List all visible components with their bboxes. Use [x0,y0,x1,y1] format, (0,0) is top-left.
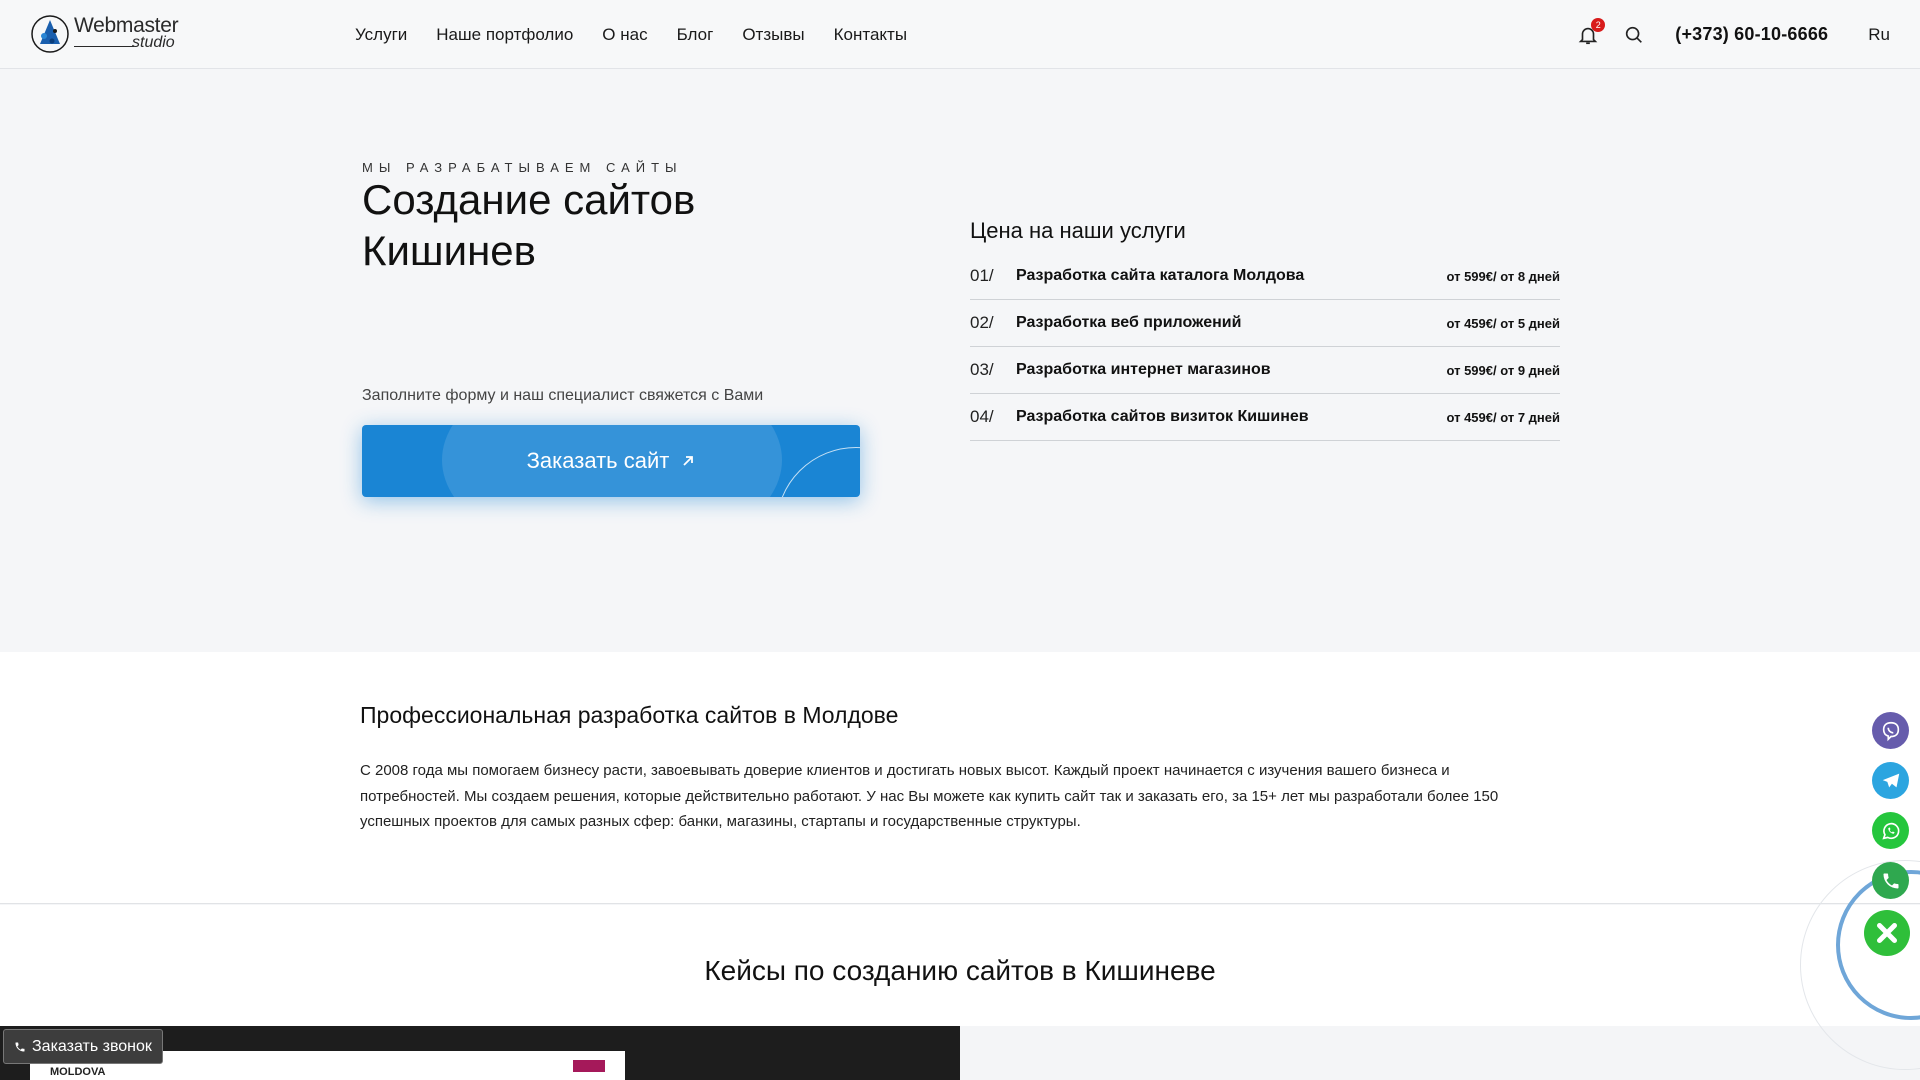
nav-item-blog[interactable]: Блог [677,25,714,45]
hero-title: Создание сайтов Кишинев [362,176,696,274]
price-name: Разработка сайтов визиток Кишинев [1016,408,1309,425]
price-row[interactable]: 04/ Разработка сайтов визиток Кишинев от… [970,394,1560,441]
price-row[interactable]: 03/ Разработка интернет магазинов от 599… [970,347,1560,394]
price-list: 01/ Разработка сайта каталога Молдова от… [970,253,1560,441]
hero-subtitle: Заполните форму и наш специалист свяжетс… [362,387,764,404]
viber-button[interactable] [1872,712,1909,749]
price-row[interactable]: 01/ Разработка сайта каталога Молдова от… [970,253,1560,300]
notifications-button[interactable]: 2 [1577,17,1606,46]
nav-item-contacts[interactable]: Контакты [834,25,907,45]
order-site-button[interactable]: Заказать сайт [362,425,860,497]
notification-badge: 2 [1591,17,1606,32]
hero-section: МЫ РАЗРАБАТЫВАЕМ САЙТЫ Создание сайтов К… [0,70,1920,652]
phone-icon [1883,873,1898,888]
close-icon [1877,923,1897,943]
nav-item-reviews[interactable]: Отзывы [742,25,804,45]
viber-icon [1882,721,1899,741]
arrow-up-right-icon [683,456,694,466]
header-actions: 2 (+373) 60-10-6666 Ru [1577,0,1890,69]
price-value: от 459€/ от 5 дней [1446,315,1560,331]
telegram-icon [1882,773,1899,787]
header-phone-link[interactable]: (+373) 60-10-6666 [1675,24,1828,45]
case-card[interactable] [960,1026,1920,1080]
telegram-button[interactable] [1872,762,1909,799]
nav-item-about[interactable]: О нас [602,25,647,45]
site-header: Webmaster studio Услуги Наше портфолио О… [0,0,1920,69]
cases-title: Кейсы по созданию сайтов в Кишиневе [704,955,1216,986]
logo-mark-icon [31,15,69,53]
price-number: 01/ [970,266,994,285]
callback-button[interactable]: Заказать звонок [3,1029,163,1064]
about-title: Профессиональная разработка сайтов в Мол… [360,702,899,728]
phone-icon [15,1042,25,1051]
price-row[interactable]: 02/ Разработка веб приложений от 459€/ о… [970,300,1560,347]
nav-item-services[interactable]: Услуги [355,25,407,45]
cta-label-wrap: Заказать сайт [362,425,860,497]
price-name: Разработка веб приложений [1016,314,1242,331]
price-value: от 459€/ от 7 дней [1446,409,1560,425]
whatsapp-icon [1881,822,1899,839]
price-number: 04/ [970,407,994,426]
site-logo[interactable]: Webmaster studio [30,12,190,56]
logo-underline [74,46,134,47]
hero-eyebrow: МЫ РАЗРАБАТЫВАЕМ САЙТЫ [362,160,683,175]
whatsapp-button[interactable] [1872,812,1909,849]
about-section: Профессиональная разработка сайтов в Мол… [0,652,1920,904]
logo-subtext: studio [132,34,175,51]
prices-title: Цена на наши услуги [970,218,1186,243]
case-preview-button [573,1060,605,1072]
cases-section: Кейсы по созданию сайтов в Кишиневе MOLD… [0,905,1920,1080]
main-nav: Услуги Наше портфолио О нас Блог Отзывы … [355,0,907,69]
price-name: Разработка интернет магазинов [1016,361,1271,378]
cta-label: Заказать сайт [526,448,670,473]
price-name: Разработка сайта каталога Молдова [1016,267,1305,284]
about-text: С 2008 года мы помогаем бизнесу расти, з… [360,762,1499,830]
price-value: от 599€/ от 9 дней [1446,362,1560,378]
nav-item-portfolio[interactable]: Наше портфолио [436,25,573,45]
language-switcher[interactable]: Ru [1868,25,1890,45]
price-number: 03/ [970,360,994,379]
search-icon[interactable] [1623,24,1645,46]
price-value: от 599€/ от 8 дней [1446,268,1560,284]
phone-button[interactable] [1872,862,1909,899]
callback-label: Заказать звонок [32,1037,152,1055]
price-number: 02/ [970,313,994,332]
close-contacts-button[interactable] [1864,910,1910,956]
case-preview-logo: MOLDOVA [50,1066,106,1078]
